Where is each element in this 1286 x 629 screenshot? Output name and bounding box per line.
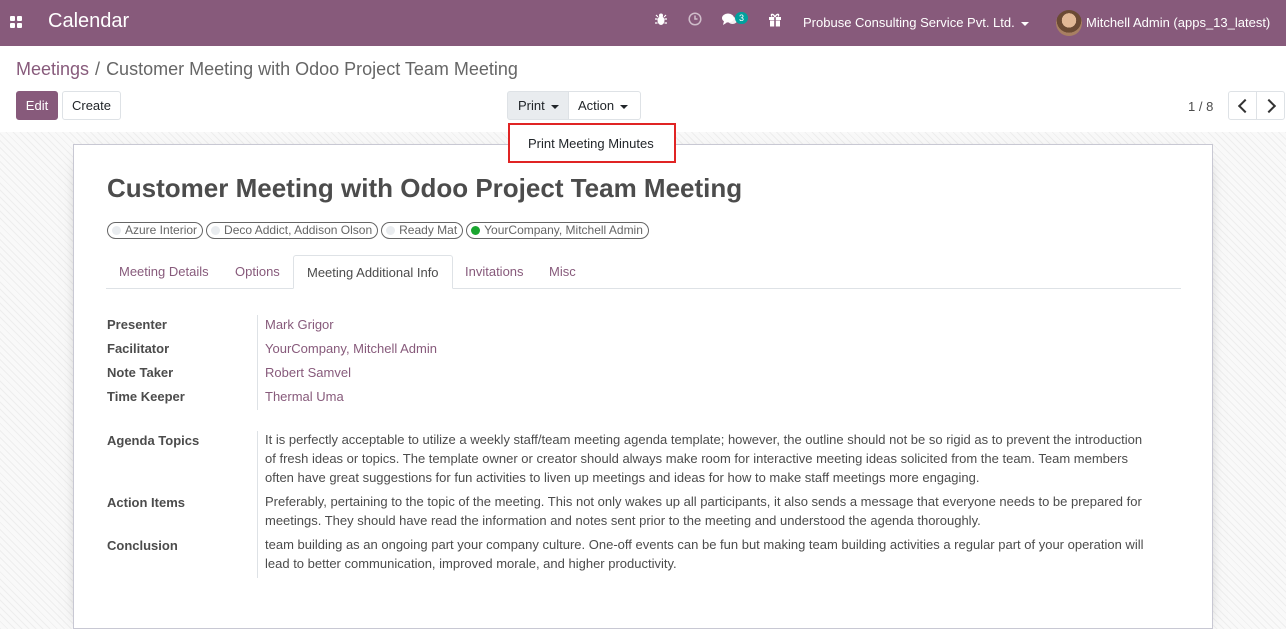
time-keeper-value[interactable]: Thermal Uma: [265, 389, 344, 404]
chevron-left-icon: [1237, 98, 1253, 114]
pager-next-button[interactable]: [1256, 91, 1285, 120]
pager-value[interactable]: 1 / 8: [1188, 99, 1213, 114]
activity-clock-icon[interactable]: [688, 12, 702, 29]
debug-bug-icon[interactable]: [655, 13, 667, 29]
attendee-name: Azure Interior: [125, 223, 198, 237]
tab-meeting-details[interactable]: Meeting Details: [106, 255, 222, 288]
chevron-right-icon: [1261, 98, 1277, 114]
breadcrumb-meetings-link[interactable]: Meetings: [16, 59, 89, 79]
user-avatar[interactable]: [1056, 10, 1082, 36]
status-dot-icon: [211, 226, 221, 235]
breadcrumb-current: Customer Meeting with Odoo Project Team …: [106, 59, 518, 79]
presenter-label: Presenter: [107, 317, 167, 332]
print-label: Print: [518, 98, 545, 113]
chevron-down-icon: [620, 104, 629, 109]
company-name: Probuse Consulting Service Pvt. Ltd.: [803, 15, 1015, 30]
conclusion-label: Conclusion: [107, 538, 178, 553]
time-keeper-label: Time Keeper: [107, 389, 185, 404]
action-label: Action: [578, 98, 615, 113]
attendee-name: Ready Mat: [399, 223, 458, 237]
facilitator-value[interactable]: YourCompany, Mitchell Admin: [265, 341, 437, 356]
tab-meeting-additional-info[interactable]: Meeting Additional Info: [293, 255, 453, 289]
tab-invitations[interactable]: Invitations: [452, 255, 537, 288]
attendee-tag[interactable]: Deco Addict, Addison Olson: [206, 222, 379, 239]
apps-menu-icon[interactable]: [10, 16, 22, 28]
form-sheet: Customer Meeting with Odoo Project Team …: [73, 144, 1213, 629]
facilitator-label: Facilitator: [107, 341, 170, 356]
action-items-label: Action Items: [107, 495, 186, 510]
print-meeting-minutes-item[interactable]: Print Meeting Minutes: [528, 136, 654, 151]
conclusion-value: team building as an ongoing part your co…: [265, 537, 1144, 571]
breadcrumb: Meetings / Customer Meeting with Odoo Proj…: [16, 59, 518, 80]
status-dot-icon: [386, 226, 396, 235]
attendee-tag[interactable]: Ready Mat: [381, 222, 464, 239]
field-divider: [257, 315, 258, 410]
app-title[interactable]: Calendar: [48, 10, 129, 33]
create-button[interactable]: Create: [62, 91, 121, 120]
control-panel: Meetings / Customer Meeting with Odoo Proj…: [0, 46, 1286, 133]
chevron-down-icon: [1020, 21, 1029, 26]
top-navbar: Calendar 3 Probuse Consulting Service Pv…: [0, 0, 1286, 46]
agenda-topics-label: Agenda Topics: [107, 433, 200, 448]
tab-options[interactable]: Options: [222, 255, 293, 288]
note-taker-value[interactable]: Robert Samvel: [265, 365, 351, 380]
pager-previous-button[interactable]: [1228, 91, 1257, 120]
print-dropdown-menu: Print Meeting Minutes: [508, 123, 676, 163]
attendee-tag[interactable]: YourCompany, Mitchell Admin: [466, 222, 649, 239]
company-switcher[interactable]: Probuse Consulting Service Pvt. Ltd.: [803, 15, 1029, 30]
attendee-tags: Azure Interior Deco Addict, Addison Olso…: [107, 222, 649, 239]
note-taker-label: Note Taker: [107, 365, 174, 380]
status-dot-icon: [471, 226, 481, 235]
attendee-name: YourCompany, Mitchell Admin: [484, 223, 643, 237]
gift-icon[interactable]: [768, 13, 782, 30]
attendee-name: Deco Addict, Addison Olson: [224, 223, 373, 237]
field-divider: [257, 431, 258, 578]
user-menu[interactable]: Mitchell Admin (apps_13_latest): [1086, 15, 1270, 30]
tab-misc[interactable]: Misc: [536, 255, 589, 288]
action-dropdown-button[interactable]: Action: [569, 91, 641, 120]
chevron-down-icon: [550, 104, 559, 109]
agenda-topics-value: It is perfectly acceptable to utilize a …: [265, 432, 1143, 485]
message-count-badge: 3: [735, 12, 749, 24]
record-title: Customer Meeting with Odoo Project Team …: [107, 173, 743, 203]
presenter-value[interactable]: Mark Grigor: [265, 317, 334, 332]
action-items-value: Preferably, pertaining to the topic of t…: [265, 494, 1142, 528]
breadcrumb-separator: /: [95, 59, 101, 79]
status-dot-icon: [112, 226, 121, 235]
print-dropdown-button[interactable]: Print: [507, 91, 569, 120]
attendee-tag[interactable]: Azure Interior: [107, 222, 204, 239]
edit-button[interactable]: Edit: [16, 91, 58, 120]
form-tabs: Meeting Details Options Meeting Addition…: [106, 255, 1181, 289]
